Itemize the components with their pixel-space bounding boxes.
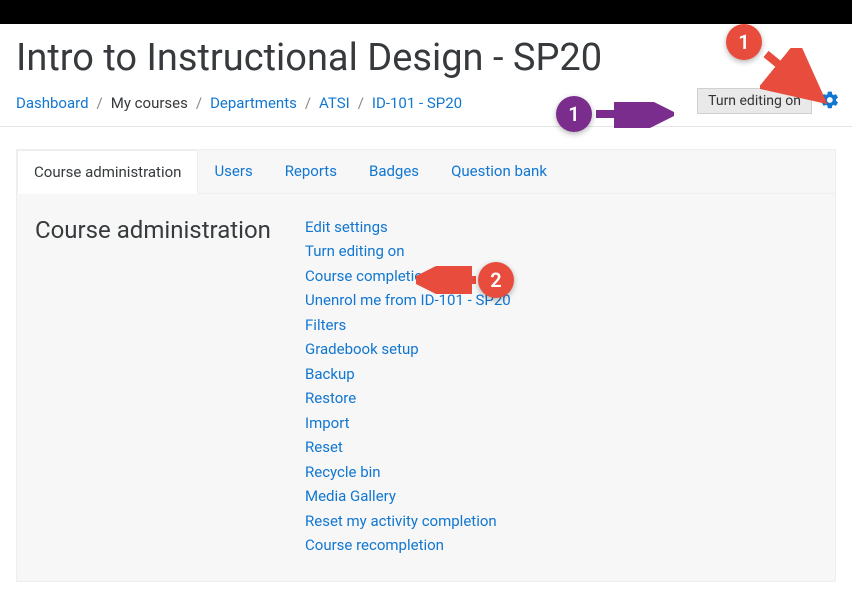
link-filters[interactable]: Filters bbox=[305, 314, 511, 337]
link-import[interactable]: Import bbox=[305, 412, 511, 435]
tab-question-bank[interactable]: Question bank bbox=[435, 150, 563, 193]
page-title: Intro to Instructional Design - SP20 bbox=[0, 24, 852, 86]
breadcrumb-dashboard[interactable]: Dashboard bbox=[16, 94, 89, 112]
breadcrumb-sep: / bbox=[196, 94, 202, 112]
link-gradebook-setup[interactable]: Gradebook setup bbox=[305, 338, 511, 361]
tab-row: Course administration Users Reports Badg… bbox=[17, 150, 835, 194]
arrow-red-2 bbox=[416, 266, 482, 294]
breadcrumb: Dashboard / My courses / Departments / A… bbox=[16, 94, 462, 112]
link-turn-editing-on[interactable]: Turn editing on bbox=[305, 240, 511, 263]
breadcrumb-mycourses: My courses bbox=[111, 94, 188, 112]
link-restore[interactable]: Restore bbox=[305, 387, 511, 410]
breadcrumb-course[interactable]: ID-101 - SP20 bbox=[372, 94, 462, 112]
top-bar bbox=[0, 0, 852, 24]
tabs-panel: Course administration Users Reports Badg… bbox=[16, 149, 836, 582]
arrow-purple-1 bbox=[594, 102, 674, 128]
link-reset[interactable]: Reset bbox=[305, 436, 511, 459]
admin-heading: Course administration bbox=[35, 216, 305, 557]
link-recycle-bin[interactable]: Recycle bin bbox=[305, 461, 511, 484]
breadcrumb-sep: / bbox=[358, 94, 364, 112]
tab-course-administration[interactable]: Course administration bbox=[17, 150, 198, 194]
callout-1-red: 1 bbox=[726, 24, 762, 60]
link-reset-activity-completion[interactable]: Reset my activity completion bbox=[305, 510, 511, 533]
breadcrumb-row: Dashboard / My courses / Departments / A… bbox=[0, 86, 852, 126]
link-course-recompletion[interactable]: Course recompletion bbox=[305, 534, 511, 557]
tab-reports[interactable]: Reports bbox=[269, 150, 353, 193]
breadcrumb-atsi[interactable]: ATSI bbox=[319, 94, 350, 112]
callout-1-purple: 1 bbox=[556, 96, 592, 132]
breadcrumb-departments[interactable]: Departments bbox=[210, 94, 297, 112]
content-area: Course administration Users Reports Badg… bbox=[0, 149, 852, 582]
breadcrumb-sep: / bbox=[305, 94, 311, 112]
link-backup[interactable]: Backup bbox=[305, 363, 511, 386]
link-media-gallery[interactable]: Media Gallery bbox=[305, 485, 511, 508]
breadcrumb-sep: / bbox=[97, 94, 103, 112]
link-edit-settings[interactable]: Edit settings bbox=[305, 216, 511, 239]
admin-panel: Course administration Edit settings Turn… bbox=[17, 194, 835, 557]
arrow-red-1 bbox=[760, 48, 830, 108]
callout-2-red: 2 bbox=[478, 262, 514, 298]
divider bbox=[0, 126, 852, 127]
tab-badges[interactable]: Badges bbox=[353, 150, 435, 193]
tab-users[interactable]: Users bbox=[198, 150, 268, 193]
